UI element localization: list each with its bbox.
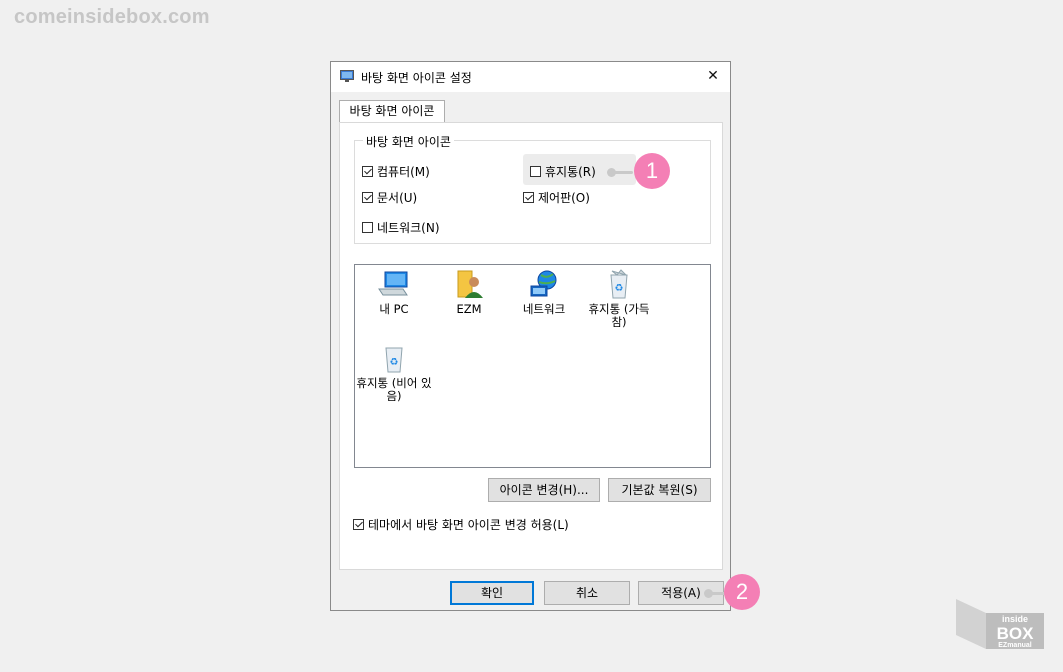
checkbox-label: 휴지통(R) <box>545 165 596 179</box>
recycle-bin-checkbox[interactable]: 휴지통(R) <box>530 163 596 180</box>
checkbox-unchecked-icon <box>530 166 541 177</box>
icon-label: 내 PC <box>379 302 409 316</box>
checkbox-checked-icon <box>353 519 364 530</box>
checkbox-unchecked-icon <box>362 222 373 233</box>
cancel-button[interactable]: 취소 <box>544 581 630 605</box>
logo-text-inside: inside <box>1002 614 1028 624</box>
ok-button[interactable]: 확인 <box>450 581 534 605</box>
checkbox-checked-icon <box>362 166 373 177</box>
network-checkbox[interactable]: 네트워크(N) <box>362 219 440 236</box>
close-icon: ✕ <box>707 68 719 84</box>
dialog-title: 바탕 화면 아이콘 설정 <box>361 71 472 85</box>
computer-icon <box>378 271 408 296</box>
change-icon-button[interactable]: 아이콘 변경(H)... <box>488 478 600 502</box>
desktop-icon-settings-dialog: 바탕 화면 아이콘 설정 ✕ 바탕 화면 아이콘 바탕 화면 아이콘 컴퓨터(M… <box>330 61 731 611</box>
documents-checkbox[interactable]: 문서(U) <box>362 189 417 206</box>
icon-item-network[interactable]: 네트워크 <box>506 269 582 316</box>
icon-item-ezm[interactable]: EZM <box>431 269 507 316</box>
checkbox-label: 제어판(O) <box>538 191 590 205</box>
icon-label: 휴지통 (가득 참) <box>588 302 650 329</box>
checkbox-checked-icon <box>523 192 534 203</box>
checkbox-label: 문서(U) <box>377 191 418 205</box>
icon-item-recycle-bin-full[interactable]: ♻ 휴지통 (가득 참) <box>581 269 657 329</box>
close-button[interactable]: ✕ <box>702 65 724 87</box>
tab-panel: 바탕 화면 아이콘 컴퓨터(M) 휴지통(R) 문서(U) 제어판(O) 네트워… <box>339 122 723 570</box>
desktop-settings-icon <box>340 70 354 82</box>
icon-list[interactable]: 내 PC EZM 네트워크 ♻ 휴지통 (가득 참) ♻ 휴지통 (비어 있음) <box>354 264 711 468</box>
allow-theme-change-checkbox[interactable]: 테마에서 바탕 화면 아이콘 변경 허용(L) <box>353 516 569 533</box>
restore-default-button[interactable]: 기본값 복원(S) <box>608 478 711 502</box>
control-panel-checkbox[interactable]: 제어판(O) <box>523 189 590 206</box>
group-legend: 바탕 화면 아이콘 <box>363 133 454 150</box>
callout-2-dot <box>704 589 713 598</box>
icon-item-recycle-bin-empty[interactable]: ♻ 휴지통 (비어 있음) <box>356 343 432 403</box>
checkbox-label: 컴퓨터(M) <box>377 165 430 179</box>
checkbox-label: 네트워크(N) <box>377 221 440 235</box>
tab-desktop-icons[interactable]: 바탕 화면 아이콘 <box>339 100 445 122</box>
recycle-bin-empty-icon: ♻ <box>385 347 403 373</box>
icon-label: 휴지통 (비어 있음) <box>356 376 432 403</box>
computer-checkbox[interactable]: 컴퓨터(M) <box>362 163 430 180</box>
site-watermark: comeinsidebox.com <box>14 6 210 28</box>
user-folder-icon <box>457 270 483 298</box>
callout-badge-2: 2 <box>724 574 760 610</box>
svg-text:♻: ♻ <box>615 283 624 294</box>
network-icon <box>530 270 557 297</box>
checkbox-checked-icon <box>362 192 373 203</box>
icon-label: EZM <box>456 302 482 316</box>
checkbox-label: 테마에서 바탕 화면 아이콘 변경 허용(L) <box>368 518 569 532</box>
title-bar[interactable]: 바탕 화면 아이콘 설정 ✕ <box>331 62 730 92</box>
logo-text-box: BOX <box>997 624 1035 643</box>
insidebox-logo: inside BOX EZmanual <box>956 599 1044 649</box>
callout-1-dot <box>607 168 616 177</box>
icon-item-my-pc[interactable]: 내 PC <box>356 269 432 316</box>
logo-text-ezmanual: EZmanual <box>998 642 1032 649</box>
callout-badge-1: 1 <box>634 153 670 189</box>
svg-text:♻: ♻ <box>390 357 399 368</box>
icon-label: 네트워크 <box>522 302 566 316</box>
recycle-bin-full-icon: ♻ <box>610 269 628 299</box>
